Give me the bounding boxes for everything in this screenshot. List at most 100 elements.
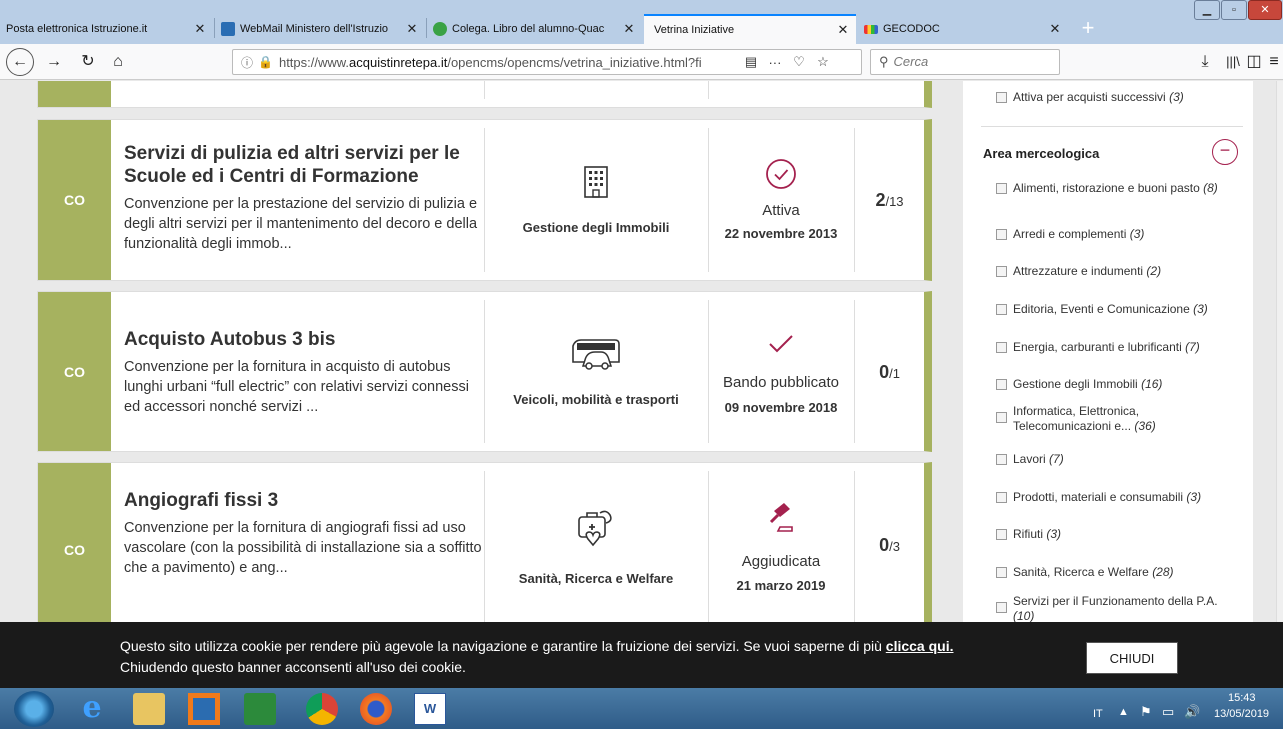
card-divider bbox=[484, 81, 485, 99]
card-title[interactable]: Angiografi fissi 3 bbox=[124, 489, 484, 512]
filter-item[interactable]: Energia, carburanti e lubrificanti (7) bbox=[996, 340, 1226, 355]
cookie-info-link[interactable]: clicca qui. bbox=[886, 638, 954, 654]
card-divider bbox=[708, 81, 709, 99]
status-date: 21 marzo 2019 bbox=[736, 578, 826, 593]
filter-item[interactable]: Informatica, Elettronica, Telecomunicazi… bbox=[996, 404, 1226, 434]
green-app-icon[interactable] bbox=[244, 693, 276, 725]
card-status: Attiva 22 novembre 2013 bbox=[708, 120, 854, 280]
status-label: Attiva bbox=[762, 202, 800, 219]
initiative-card[interactable]: CO Acquisto Autobus 3 bis Convenzione pe… bbox=[37, 291, 932, 452]
start-button-icon[interactable] bbox=[14, 691, 54, 727]
bookmark-star-icon[interactable]: ☆ bbox=[811, 54, 835, 70]
initiative-card[interactable]: CO Angiografi fissi 3 Convenzione per la… bbox=[37, 462, 932, 622]
checkbox[interactable] bbox=[996, 92, 1007, 103]
minimize-button[interactable]: ▁ bbox=[1194, 0, 1220, 20]
forward-button[interactable]: → bbox=[42, 50, 66, 74]
filter-item[interactable]: Arredi e complementi (3) bbox=[996, 227, 1226, 242]
address-bar[interactable]: ⓘ 🔒 https://www.acquistinretepa.it/openc… bbox=[232, 49, 862, 75]
language-indicator[interactable]: IT bbox=[1093, 708, 1103, 720]
checkbox[interactable] bbox=[996, 454, 1007, 465]
filter-item[interactable]: Rifiuti (3) bbox=[996, 527, 1226, 542]
collapse-section-button[interactable]: − bbox=[1212, 139, 1238, 165]
file-explorer-icon[interactable] bbox=[133, 693, 165, 725]
tab-close-icon[interactable]: ✕ bbox=[405, 21, 419, 37]
filter-item[interactable]: Servizi per il Funzionamento della P.A. … bbox=[996, 594, 1226, 622]
lot-count: 0/1 bbox=[854, 362, 925, 383]
filter-item[interactable]: Attrezzature e indumenti (2) bbox=[996, 264, 1226, 279]
reload-button[interactable]: ↻ bbox=[76, 50, 100, 74]
filter-item[interactable]: Sanità, Ricerca e Welfare (28) bbox=[996, 565, 1226, 580]
media-player-icon[interactable] bbox=[188, 693, 220, 725]
tab-webmail[interactable]: WebMail Ministero dell'Istruzio ✕ bbox=[215, 14, 425, 44]
checkbox[interactable] bbox=[996, 229, 1007, 240]
checkbox[interactable] bbox=[996, 529, 1007, 540]
network-icon[interactable]: ▭ bbox=[1162, 704, 1174, 720]
close-cookie-banner-button[interactable]: CHIUDI bbox=[1086, 642, 1178, 674]
tab-posta[interactable]: Posta elettronica Istruzione.it ✕ bbox=[0, 14, 213, 44]
volume-icon[interactable]: 🔊 bbox=[1184, 704, 1200, 720]
filter-label: Lavori bbox=[1013, 452, 1046, 466]
filter-label: Rifiuti bbox=[1013, 527, 1044, 541]
card-category: Sanità, Ricerca e Welfare bbox=[484, 463, 708, 622]
page-actions-icon[interactable]: ··· bbox=[763, 55, 787, 70]
tab-close-icon[interactable]: ✕ bbox=[1048, 21, 1062, 37]
filter-attiva-acquisti-successivi[interactable]: Attiva per acquisti successivi (3) bbox=[996, 90, 1226, 105]
health-icon bbox=[484, 507, 708, 556]
filter-item[interactable]: Prodotti, materiali e consumabili (3) bbox=[996, 490, 1226, 505]
filter-item[interactable]: Alimenti, ristorazione e buoni pasto (8) bbox=[996, 181, 1226, 196]
tab-close-icon[interactable]: ✕ bbox=[836, 22, 850, 38]
home-button[interactable]: ⌂ bbox=[106, 50, 130, 74]
flag-icon[interactable]: ⚑ bbox=[1140, 704, 1152, 720]
downloads-icon[interactable]: ⤓ bbox=[1193, 50, 1217, 74]
card-badge: CO bbox=[38, 120, 111, 280]
tab-close-icon[interactable]: ✕ bbox=[193, 21, 207, 37]
status-label: Aggiudicata bbox=[741, 553, 821, 570]
checkbox[interactable] bbox=[996, 266, 1007, 277]
lock-icon[interactable]: 🔒 bbox=[258, 55, 273, 69]
tab-vetrina-iniziative[interactable]: Vetrina Iniziative ✕ bbox=[644, 14, 856, 44]
checkbox[interactable] bbox=[996, 183, 1007, 194]
tab-close-icon[interactable]: ✕ bbox=[622, 21, 636, 37]
reader-view-icon[interactable]: ▤ bbox=[739, 54, 763, 70]
info-icon[interactable]: ⓘ bbox=[241, 54, 253, 71]
chrome-icon[interactable] bbox=[306, 693, 338, 725]
card-title[interactable]: Servizi di pulizia ed altri servizi per … bbox=[124, 142, 484, 188]
filter-sidebar: Attiva per acquisti successivi (3) Area … bbox=[963, 81, 1253, 622]
menu-icon[interactable]: ≡ bbox=[1262, 50, 1283, 74]
card-title[interactable]: Acquisto Autobus 3 bis bbox=[124, 328, 484, 351]
check-icon bbox=[708, 332, 854, 361]
card-category: Gestione degli Immobili bbox=[484, 120, 708, 280]
back-button[interactable]: ← bbox=[6, 48, 34, 76]
word-icon[interactable]: W bbox=[414, 693, 446, 725]
initiative-card[interactable]: CO Servizi di pulizia ed altri servizi p… bbox=[37, 119, 932, 281]
tab-gecodoc[interactable]: GECODOC ✕ bbox=[858, 14, 1068, 44]
clock-date[interactable]: 13/05/2019 bbox=[1214, 708, 1269, 720]
filter-item[interactable]: Editoria, Eventi e Comunicazione (3) bbox=[996, 302, 1226, 317]
filter-item[interactable]: Lavori (7) bbox=[996, 452, 1226, 467]
url-text: https://www.acquistinretepa.it/opencms/o… bbox=[278, 54, 702, 70]
browser-tab-bar: Posta elettronica Istruzione.it ✕ WebMai… bbox=[0, 0, 1283, 44]
firefox-icon[interactable] bbox=[360, 693, 392, 725]
checkbox[interactable] bbox=[996, 342, 1007, 353]
checkbox[interactable] bbox=[996, 379, 1007, 390]
tab-colega[interactable]: Colega. Libro del alumno-Quac ✕ bbox=[427, 14, 642, 44]
internet-explorer-icon[interactable]: e bbox=[76, 693, 108, 725]
clock-time[interactable]: 15:43 bbox=[1228, 692, 1256, 704]
close-window-button[interactable]: ✕ bbox=[1248, 0, 1282, 20]
checkbox[interactable] bbox=[996, 567, 1007, 578]
checkbox[interactable] bbox=[996, 412, 1007, 423]
cookie-banner: Questo sito utilizza cookie per rendere … bbox=[0, 622, 1283, 688]
filter-count: (3) bbox=[1046, 527, 1062, 541]
tray-arrow-icon[interactable]: ▲ bbox=[1118, 706, 1129, 718]
new-tab-button[interactable]: + bbox=[1073, 14, 1103, 44]
page-scrollbar[interactable] bbox=[1276, 81, 1283, 622]
filter-item[interactable]: Gestione degli Immobili (16) bbox=[996, 377, 1226, 392]
filter-count: (36) bbox=[1134, 419, 1156, 433]
pocket-icon[interactable]: ♡ bbox=[787, 54, 811, 70]
maximize-button[interactable]: ▫ bbox=[1221, 0, 1247, 20]
status-date: 22 novembre 2013 bbox=[724, 226, 838, 241]
checkbox[interactable] bbox=[996, 492, 1007, 503]
search-bar[interactable]: ⚲ Cerca bbox=[870, 49, 1060, 75]
checkbox[interactable] bbox=[996, 602, 1007, 613]
checkbox[interactable] bbox=[996, 304, 1007, 315]
